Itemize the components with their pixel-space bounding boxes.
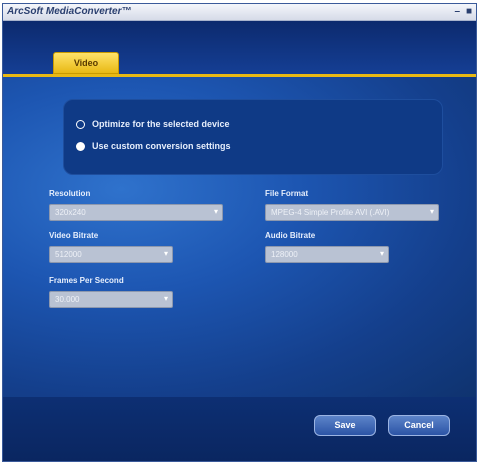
footer-bar: Save Cancel [3, 397, 476, 461]
frames-per-second-select[interactable]: 30.000 ▾ [49, 291, 173, 308]
radio-unchecked-icon[interactable] [76, 119, 85, 129]
audio-bitrate-select[interactable]: 128000 ▾ [265, 246, 389, 263]
radio-checked-icon[interactable] [76, 141, 85, 151]
chevron-down-icon: ▾ [163, 249, 168, 258]
chevron-down-icon: ▾ [379, 249, 384, 258]
title-bar[interactable]: ArcSoft MediaConverter™ – ■ [3, 4, 476, 21]
video-bitrate-value: 512000 [55, 250, 82, 259]
audio-bitrate-value: 128000 [271, 250, 298, 259]
close-button[interactable]: ■ [466, 6, 472, 17]
tab-video[interactable]: Video [53, 52, 119, 74]
resolution-select[interactable]: 320x240 ▾ [49, 204, 223, 221]
frames-per-second-value: 30.000 [55, 295, 80, 304]
video-bitrate-label: Video Bitrate [49, 231, 99, 240]
chevron-down-icon: ▾ [163, 294, 168, 303]
chevron-down-icon: ▾ [213, 207, 218, 216]
option-optimize-device[interactable]: Optimize for the selected device [76, 119, 230, 129]
resolution-value: 320x240 [55, 208, 86, 217]
settings-panel: Optimize for the selected device Use cus… [3, 77, 476, 397]
minimize-button[interactable]: – [454, 6, 460, 17]
save-button[interactable]: Save [314, 415, 376, 436]
resolution-label: Resolution [49, 189, 91, 198]
app-window: ArcSoft MediaConverter™ – ■ Video Optimi… [2, 3, 477, 462]
video-bitrate-select[interactable]: 512000 ▾ [49, 246, 173, 263]
frames-per-second-label: Frames Per Second [49, 276, 124, 285]
file-format-label: File Format [265, 189, 309, 198]
option-optimize-label: Optimize for the selected device [92, 119, 230, 129]
file-format-value: MPEG-4 Simple Profile AVI (.AVI) [271, 208, 390, 217]
window-title: ArcSoft MediaConverter™ [7, 6, 132, 17]
chevron-down-icon: ▾ [429, 207, 434, 216]
file-format-select[interactable]: MPEG-4 Simple Profile AVI (.AVI) ▾ [265, 204, 439, 221]
option-custom-label: Use custom conversion settings [92, 141, 231, 151]
conversion-option-group: Optimize for the selected device Use cus… [63, 99, 443, 175]
audio-bitrate-label: Audio Bitrate [265, 231, 316, 240]
cancel-button[interactable]: Cancel [388, 415, 450, 436]
option-custom-settings[interactable]: Use custom conversion settings [76, 141, 231, 151]
